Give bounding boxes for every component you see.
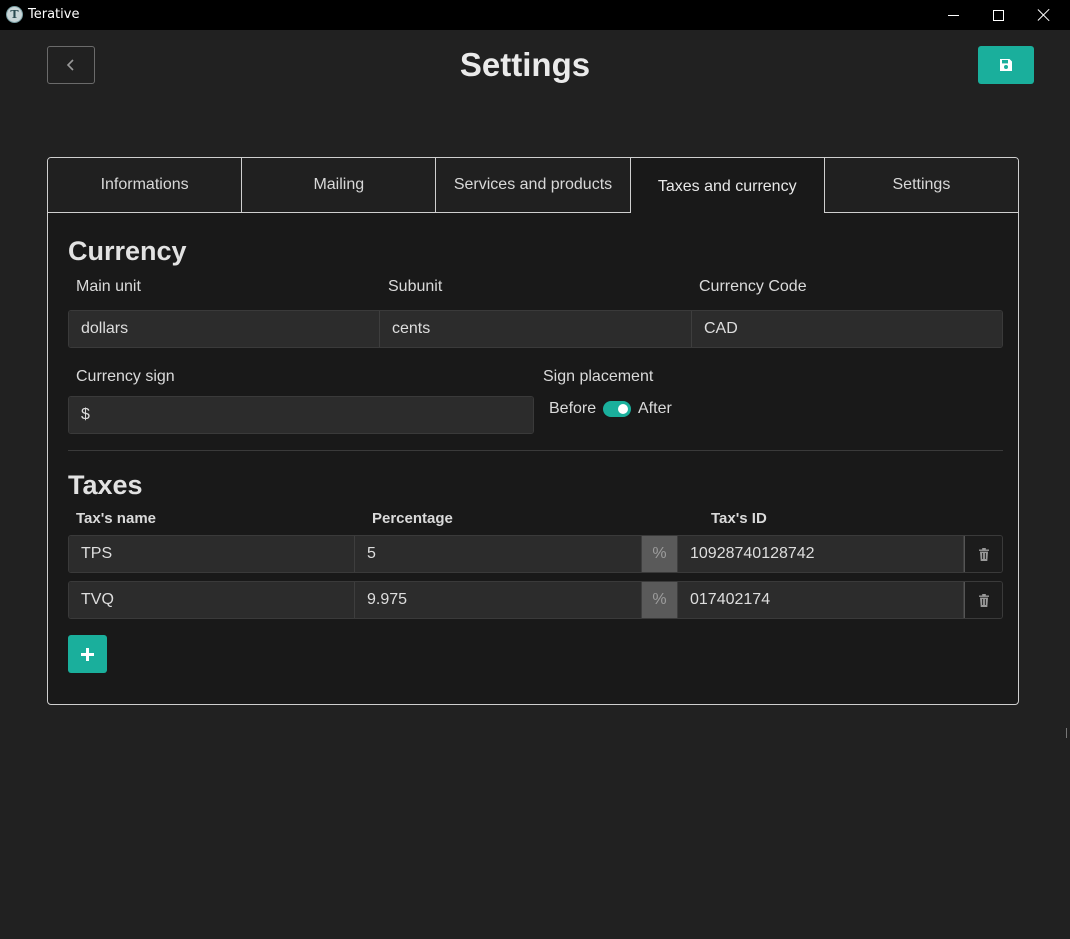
currency-code-label: Currency Code <box>699 278 807 295</box>
tab-informations[interactable]: Informations <box>48 158 243 213</box>
main-unit-label: Main unit <box>76 278 141 295</box>
tax-id-input[interactable]: 017402174 <box>678 582 964 618</box>
page-title: Settings <box>459 46 591 83</box>
settings-card: Informations Mailing Services and produc… <box>47 157 1019 705</box>
tax-id-input[interactable]: 10928740128742 <box>678 536 964 572</box>
tab-taxes-and-currency[interactable]: Taxes and currency <box>630 158 825 213</box>
currency-sign-label: Currency sign <box>76 368 175 385</box>
maximize-icon <box>992 9 1004 21</box>
section-divider <box>68 450 1003 451</box>
toggle-knob <box>618 404 628 414</box>
save-button[interactable] <box>978 46 1034 84</box>
tax-row: TVQ 9.975 % 017402174 <box>68 581 1003 619</box>
delete-tax-button[interactable] <box>964 536 1002 572</box>
tax-percentage-input[interactable]: 5 <box>355 536 642 572</box>
subunit-label: Subunit <box>388 278 443 295</box>
percent-addon: % <box>642 582 678 618</box>
tab-settings[interactable]: Settings <box>824 158 1018 213</box>
trash-icon <box>978 593 989 607</box>
tax-name-column-header: Tax's name <box>76 510 156 527</box>
placement-before-label: Before <box>549 400 597 417</box>
tax-name-input[interactable]: TPS <box>69 536 355 572</box>
tab-bar: Informations Mailing Services and produc… <box>48 158 1018 213</box>
tab-mailing[interactable]: Mailing <box>242 158 437 213</box>
window-resize-edge <box>1066 728 1070 738</box>
placement-after-label: After <box>638 400 672 417</box>
sign-placement-label: Sign placement <box>543 368 654 385</box>
tax-percentage-input[interactable]: 9.975 <box>355 582 642 618</box>
currency-sign-input[interactable]: $ <box>69 397 533 433</box>
window-titlebar: T Terative <box>0 0 1070 30</box>
close-window-button[interactable] <box>1021 0 1067 30</box>
delete-tax-button[interactable] <box>964 582 1002 618</box>
sign-placement-toggle[interactable] <box>603 401 631 417</box>
trash-icon <box>978 547 989 561</box>
tax-id-column-header: Tax's ID <box>711 510 767 527</box>
tax-name-input[interactable]: TVQ <box>69 582 355 618</box>
tab-services-and-products[interactable]: Services and products <box>436 158 631 213</box>
currency-section-title: Currency <box>68 236 187 266</box>
currency-code-input[interactable]: CAD <box>692 311 1002 347</box>
main-unit-input[interactable]: dollars <box>69 311 380 347</box>
minimize-button[interactable] <box>930 0 976 30</box>
taxes-section-title: Taxes <box>68 470 143 500</box>
subunit-input[interactable]: cents <box>380 311 692 347</box>
percent-addon: % <box>642 536 678 572</box>
currency-units-group: dollars cents CAD <box>68 310 1003 348</box>
currency-sign-group: $ <box>68 396 534 434</box>
tax-row: TPS 5 % 10928740128742 <box>68 535 1003 573</box>
maximize-button[interactable] <box>975 0 1021 30</box>
app-logo-icon: T <box>6 6 23 23</box>
floppy-disk-icon <box>1000 59 1012 71</box>
add-tax-button[interactable] <box>68 635 107 673</box>
tax-percentage-column-header: Percentage <box>372 510 453 527</box>
plus-icon <box>81 647 94 661</box>
window-title: Terative <box>28 7 80 22</box>
close-icon <box>1037 8 1051 22</box>
minimize-icon <box>947 14 959 16</box>
